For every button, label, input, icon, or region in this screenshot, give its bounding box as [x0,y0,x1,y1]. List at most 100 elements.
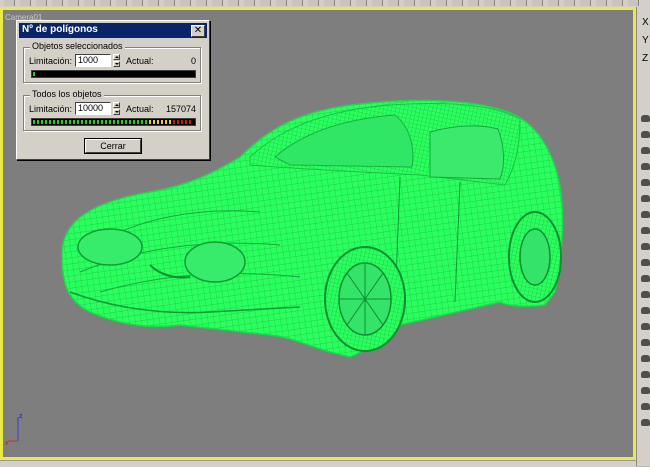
progress-segment [41,120,43,124]
toolbar-button[interactable] [596,0,607,6]
toolbar-button[interactable] [340,0,351,6]
geometry-icon[interactable] [641,307,650,314]
toolbar-button[interactable] [260,0,271,6]
toolbar-button[interactable] [52,0,63,6]
toolbar-button[interactable] [100,0,111,6]
geometry-icon[interactable] [641,371,650,378]
selected-limit-label: Limitación: [29,56,73,66]
toolbar-button[interactable] [36,0,47,6]
toolbar-button[interactable] [196,0,207,6]
toolbar-button[interactable] [116,0,127,6]
progress-segment [93,120,95,124]
selected-objects-title: Objetos seleccionados [30,41,125,51]
selected-progress-bar [31,70,196,78]
toolbar-button[interactable] [500,0,511,6]
toolbar-button[interactable] [372,0,383,6]
selected-limit-input[interactable]: 1000 [75,54,111,67]
geometry-icon[interactable] [641,131,650,138]
toolbar-button[interactable] [404,0,415,6]
toolbar-button[interactable] [548,0,559,6]
spin-down-icon[interactable] [113,109,120,115]
geometry-icon[interactable] [641,275,650,282]
progress-segment [117,120,119,124]
toolbar-button[interactable] [180,0,191,6]
polygon-count-dialog: Nº de polígonos ✕ Objetos seleccionados … [16,20,210,160]
axis-x-button[interactable]: X [642,17,649,28]
headlight-left [77,228,143,266]
all-actual-value: 157074 [165,104,196,114]
close-button[interactable]: Cerrar [85,139,141,153]
selected-actual-label: Actual: [126,56,154,66]
spin-up-icon[interactable] [113,102,120,108]
geometry-icon[interactable] [641,147,650,154]
geometry-icon[interactable] [641,195,650,202]
toolbar-button[interactable] [564,0,575,6]
toolbar-button[interactable] [484,0,495,6]
toolbar-button[interactable] [148,0,159,6]
geometry-icon[interactable] [641,387,650,394]
toolbar-button[interactable] [292,0,303,6]
toolbar-button[interactable] [628,0,639,6]
toolbar-button[interactable] [228,0,239,6]
close-icon[interactable]: ✕ [191,25,205,37]
toolbar-button[interactable] [516,0,527,6]
progress-segment [33,72,35,76]
selected-objects-group: Objetos seleccionados Limitación: 1000 A… [23,41,201,83]
side-window [429,125,504,180]
toolbar-button[interactable] [436,0,447,6]
toolbar-button[interactable] [580,0,591,6]
toolbar-button[interactable] [68,0,79,6]
toolbar-button[interactable] [356,0,367,6]
spin-down-icon[interactable] [113,61,120,67]
geometry-icon[interactable] [641,259,650,266]
toolbar-button[interactable] [468,0,479,6]
progress-segment [77,120,79,124]
axis-y-button[interactable]: Y [642,35,649,46]
toolbar-button[interactable] [84,0,95,6]
progress-segment [125,120,127,124]
headlight-right [184,241,246,283]
dialog-titlebar[interactable]: Nº de polígonos ✕ [19,23,207,38]
progress-segment [73,120,75,124]
toolbar-button[interactable] [532,0,543,6]
toolbar-button[interactable] [452,0,463,6]
toolbar-button[interactable] [308,0,319,6]
progress-segment [37,120,39,124]
toolbar-button[interactable] [324,0,335,6]
toolbar-button[interactable] [388,0,399,6]
toolbar-button[interactable] [276,0,287,6]
geometry-icon[interactable] [641,115,650,122]
toolbar-button[interactable] [244,0,255,6]
toolbar-button[interactable] [420,0,431,6]
toolbar-button[interactable] [612,0,623,6]
progress-segment [189,120,191,124]
geometry-icon[interactable] [641,291,650,298]
toolbar-button[interactable] [20,0,31,6]
geometry-icon[interactable] [641,227,650,234]
progress-segment [85,120,87,124]
axis-z-button[interactable]: Z [642,53,648,64]
progress-segment [173,120,175,124]
progress-segment [109,120,111,124]
geometry-icon[interactable] [641,211,650,218]
selected-limit-spinner[interactable] [113,54,120,67]
geometry-icon[interactable] [641,419,650,426]
geometry-icon[interactable] [641,179,650,186]
toolbar-button[interactable] [212,0,223,6]
toolbar-button[interactable] [4,0,15,6]
progress-segment [81,120,83,124]
geometry-icon[interactable] [641,403,650,410]
all-limit-spinner[interactable] [113,102,120,115]
geometry-icon[interactable] [641,339,650,346]
progress-segment [49,120,51,124]
toolbar-button[interactable] [164,0,175,6]
all-limit-input[interactable]: 10000 [75,102,111,115]
geometry-icon[interactable] [641,355,650,362]
geometry-icon[interactable] [641,163,650,170]
geometry-icon[interactable] [641,323,650,330]
geometry-icon[interactable] [641,243,650,250]
spin-up-icon[interactable] [113,54,120,60]
axis-x-label: x [5,440,9,446]
progress-segment [153,120,155,124]
toolbar-button[interactable] [132,0,143,6]
